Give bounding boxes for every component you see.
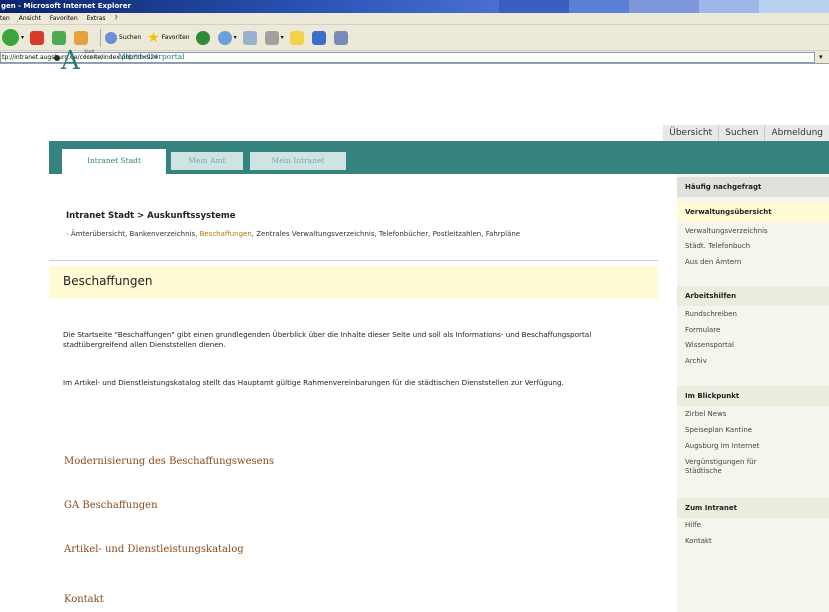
sidebar-item[interactable]: Augsburg im Internet [685, 442, 825, 451]
print-icon [264, 30, 279, 45]
sidebar-heading: Häufig nachgefragt [677, 177, 829, 197]
tab-mein-amt[interactable]: Mein Amt [171, 152, 243, 170]
mail-icon [242, 30, 257, 45]
sidebar-section-title: Zum Intranet [677, 498, 829, 518]
logo-caption: Stadt Augsburg [84, 49, 104, 59]
city-logo-icon: A [54, 46, 81, 74]
subnav-links[interactable]: Ämterübersicht, Bankenverzeichnis, [71, 230, 200, 238]
portal-name: Mitarbeiterportal [118, 52, 185, 61]
menu-favorites[interactable]: Favoriten [50, 15, 78, 22]
browser-toolbar: ▾ Suchen ★ Favoriten ▾ ▾ [0, 25, 829, 51]
sidebar-item[interactable]: Verwaltungsverzeichnis [685, 227, 825, 236]
sidebar-item[interactable]: Hilfe [685, 521, 825, 530]
menu-view[interactable]: Ansicht [19, 15, 41, 22]
catalog-paragraph: Im Artikel- und Dienstleistungskatalog s… [63, 378, 564, 387]
menu-file[interactable]: ten [0, 15, 10, 22]
subnav-arrow-icon: › [66, 230, 69, 238]
refresh-button[interactable] [52, 30, 68, 45]
media-button[interactable] [195, 30, 212, 45]
mail-button[interactable] [242, 30, 259, 45]
nav-logout[interactable]: Abmeldung [764, 125, 829, 141]
divider [49, 260, 658, 261]
messenger-icon [311, 30, 326, 45]
history-button[interactable]: ▾ [217, 30, 237, 45]
link-ga-beschaffungen[interactable]: GA Beschaffungen [64, 500, 158, 511]
window-titlebar: gen - Microsoft Internet Explorer [0, 0, 829, 13]
link-katalog[interactable]: Artikel- und Dienstleistungskatalog [64, 544, 244, 555]
address-dropdown-icon[interactable]: ▾ [819, 53, 827, 62]
menu-help[interactable]: ? [114, 15, 117, 22]
breadcrumb: Intranet Stadt > Auskunftssysteme [66, 211, 236, 221]
search-button-label: Suchen [119, 34, 142, 41]
back-arrow-icon [2, 29, 19, 46]
sub-navigation: › Ämterübersicht, Bankenverzeichnis, Besc… [66, 228, 658, 240]
home-button[interactable] [74, 30, 90, 45]
svg-text:A: A [60, 46, 81, 74]
messenger-button[interactable] [311, 30, 328, 45]
refresh-icon [52, 30, 67, 45]
menu-bar: ten Ansicht Favoriten Extras ? [0, 13, 829, 25]
sidebar-section-title[interactable]: Verwaltungsübersicht [677, 202, 829, 222]
sidebar-section-title: Arbeitshilfen [677, 286, 829, 306]
sidebar: Häufig nachgefragt Verwaltungsübersicht … [677, 174, 829, 612]
star-icon: ★ [147, 29, 160, 46]
sidebar-section-title: Im Blickpunkt [677, 386, 829, 406]
intro-paragraph: Die Startseite "Beschaffungen" gibt eine… [63, 330, 592, 349]
top-navigation: Übersicht Suchen Abmeldung [663, 125, 829, 141]
tab-strip: Intranet Stadt Mein Amt Mein Intranet [49, 141, 829, 175]
page-title-box: Beschaffungen [49, 266, 658, 299]
sidebar-item[interactable]: Speiseplan Kantine [685, 426, 825, 435]
nav-search[interactable]: Suchen [718, 125, 764, 141]
stop-button[interactable] [30, 30, 46, 45]
search-button[interactable]: Suchen [105, 31, 142, 44]
folder-icon [289, 30, 304, 45]
toolbar-separator [100, 28, 102, 47]
tab-intranet-stadt[interactable]: Intranet Stadt [62, 149, 166, 175]
tab-mein-intranet[interactable]: Mein Intranet [250, 152, 346, 170]
subnav-links-more[interactable]: , Zentrales Verwaltungsverzeichnis, Tele… [252, 230, 520, 238]
research-button[interactable] [333, 30, 350, 45]
folder-button[interactable] [289, 30, 306, 45]
research-icon [333, 30, 348, 45]
nav-overview[interactable]: Übersicht [663, 125, 718, 141]
favorites-button-label: Favoriten [161, 34, 190, 41]
link-modernisierung[interactable]: Modernisierung des Beschaffungswesens [64, 456, 274, 467]
home-icon [74, 30, 89, 45]
media-icon [195, 30, 210, 45]
titlebar-decoration [499, 0, 829, 13]
sidebar-item[interactable]: Vergünstigungen für Städtische [685, 458, 775, 476]
stop-icon [30, 30, 45, 45]
history-icon [217, 30, 232, 45]
page-title: Beschaffungen [63, 274, 153, 288]
sidebar-item[interactable]: Städt. Telefonbuch [685, 242, 825, 251]
window-title: gen - Microsoft Internet Explorer [1, 2, 131, 10]
sidebar-item[interactable]: Archiv [685, 357, 825, 366]
link-kontakt[interactable]: Kontakt [64, 594, 104, 605]
back-button[interactable]: ▾ [2, 29, 24, 46]
sidebar-item[interactable]: Zirbel News [685, 410, 825, 419]
sidebar-item[interactable]: Kontakt [685, 537, 825, 546]
favorites-button[interactable]: ★ Favoriten [147, 30, 189, 46]
sidebar-item[interactable]: Aus den Ämtern [685, 258, 825, 267]
print-button[interactable]: ▾ [264, 30, 284, 45]
search-icon [105, 31, 118, 44]
sidebar-item[interactable]: Formulare [685, 326, 825, 335]
sidebar-item[interactable]: Wissensportal [685, 341, 825, 350]
menu-tools[interactable]: Extras [87, 15, 106, 22]
subnav-current[interactable]: Beschaffungen [200, 230, 252, 238]
sidebar-item[interactable]: Rundschreiben [685, 310, 825, 319]
